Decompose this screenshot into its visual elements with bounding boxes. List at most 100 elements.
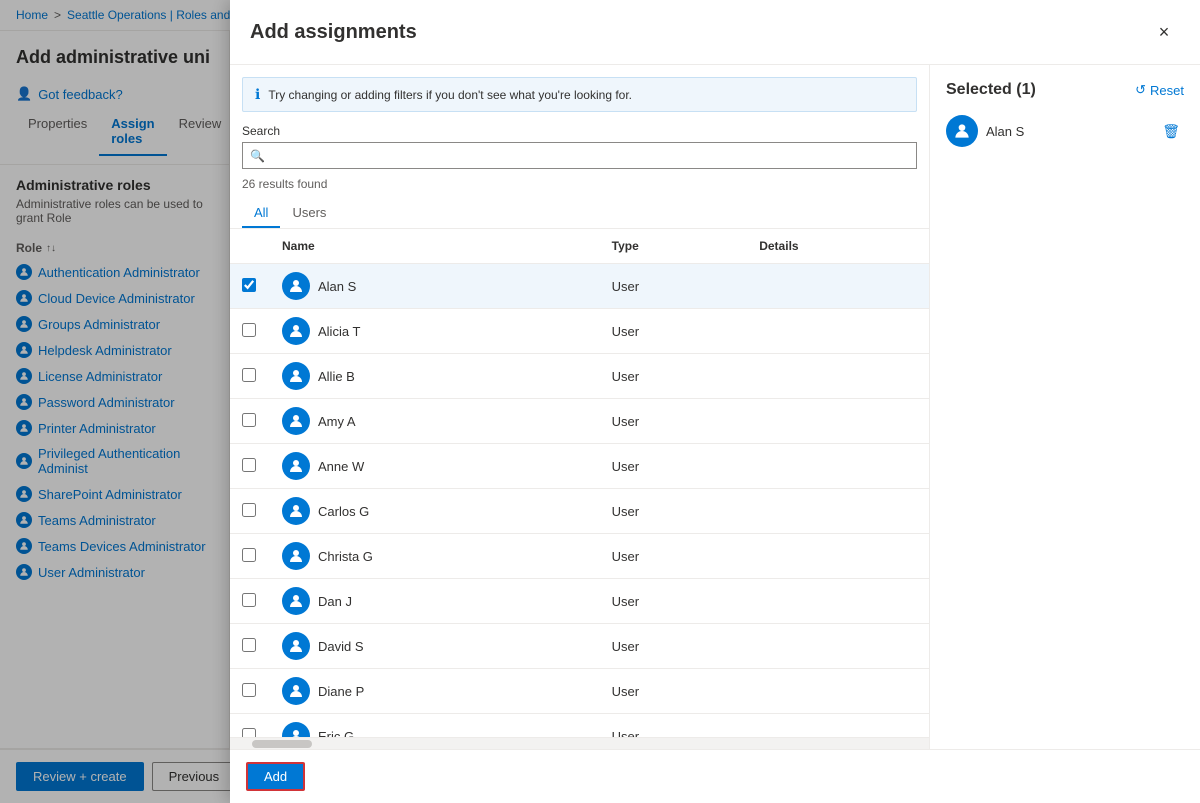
user-avatar bbox=[282, 587, 310, 615]
row-checkbox-cell[interactable] bbox=[230, 579, 270, 624]
row-checkbox[interactable] bbox=[242, 728, 256, 738]
user-avatar bbox=[282, 272, 310, 300]
selected-header: Selected (1) ↺ Reset bbox=[946, 81, 1184, 99]
row-name: Allie B bbox=[270, 354, 600, 399]
modal-close-button[interactable]: × bbox=[1148, 31, 1180, 48]
table-row[interactable]: Alan S User bbox=[230, 264, 929, 309]
row-details bbox=[747, 624, 929, 669]
selected-user-name: Alan S bbox=[986, 124, 1024, 139]
selected-users-list: Alan S 🗑 bbox=[946, 107, 1184, 155]
info-bar: ℹ Try changing or adding filters if you … bbox=[242, 77, 917, 112]
row-name: Diane P bbox=[270, 669, 600, 714]
row-name: Christa G bbox=[270, 534, 600, 579]
row-details bbox=[747, 309, 929, 354]
table-row[interactable]: Dan J User bbox=[230, 579, 929, 624]
main-area: Add administrative uni 👤 Got feedback? P… bbox=[0, 31, 1200, 748]
table-row[interactable]: Allie B User bbox=[230, 354, 929, 399]
table-header-row: Name Type Details bbox=[230, 229, 929, 264]
search-icon: 🔍 bbox=[250, 149, 265, 163]
row-type: User bbox=[600, 489, 748, 534]
row-name: Dan J bbox=[270, 579, 600, 624]
row-type: User bbox=[600, 444, 748, 489]
row-checkbox[interactable] bbox=[242, 413, 256, 427]
user-name: Alicia T bbox=[318, 324, 360, 339]
table-row[interactable]: Eric G User bbox=[230, 714, 929, 738]
row-type: User bbox=[600, 534, 748, 579]
table-row[interactable]: Alicia T User bbox=[230, 309, 929, 354]
filter-tab-users[interactable]: Users bbox=[280, 199, 338, 228]
row-details bbox=[747, 489, 929, 534]
table-row[interactable]: Amy A User bbox=[230, 399, 929, 444]
table-row[interactable]: Diane P User bbox=[230, 669, 929, 714]
modal-header: Add assignments × bbox=[230, 31, 1200, 65]
row-details bbox=[747, 444, 929, 489]
row-checkbox-cell[interactable] bbox=[230, 714, 270, 738]
reset-button[interactable]: ↺ Reset bbox=[1135, 82, 1184, 98]
row-checkbox-cell[interactable] bbox=[230, 354, 270, 399]
user-name: Diane P bbox=[318, 684, 364, 699]
user-name: Allie B bbox=[318, 369, 355, 384]
row-checkbox[interactable] bbox=[242, 503, 256, 517]
row-checkbox[interactable] bbox=[242, 368, 256, 382]
table-row[interactable]: Anne W User bbox=[230, 444, 929, 489]
col-type: Type bbox=[600, 229, 748, 264]
row-checkbox-cell[interactable] bbox=[230, 489, 270, 534]
row-checkbox-cell[interactable] bbox=[230, 309, 270, 354]
user-name: David S bbox=[318, 639, 364, 654]
results-table: Name Type Details Alan S User bbox=[230, 229, 929, 737]
table-area[interactable]: Name Type Details Alan S User bbox=[230, 229, 929, 737]
row-checkbox-cell[interactable] bbox=[230, 264, 270, 309]
col-details: Details bbox=[747, 229, 929, 264]
modal-body: ℹ Try changing or adding filters if you … bbox=[230, 65, 1200, 748]
row-type: User bbox=[600, 399, 748, 444]
row-checkbox-cell[interactable] bbox=[230, 399, 270, 444]
row-details bbox=[747, 669, 929, 714]
user-avatar bbox=[282, 407, 310, 435]
row-type: User bbox=[600, 624, 748, 669]
user-name: Dan J bbox=[318, 594, 352, 609]
table-row[interactable]: Carlos G User bbox=[230, 489, 929, 534]
row-checkbox-cell[interactable] bbox=[230, 444, 270, 489]
row-name: Alicia T bbox=[270, 309, 600, 354]
delete-user-icon[interactable]: 🗑 bbox=[1158, 119, 1184, 144]
modal-overlay: Add assignments × ℹ Try changing or addi… bbox=[0, 31, 1200, 748]
results-count: 26 results found bbox=[230, 177, 929, 199]
row-checkbox[interactable] bbox=[242, 548, 256, 562]
search-input[interactable] bbox=[242, 142, 917, 169]
info-message: Try changing or adding filters if you do… bbox=[268, 88, 632, 102]
row-checkbox[interactable] bbox=[242, 638, 256, 652]
row-name: Alan S bbox=[270, 264, 600, 309]
row-checkbox[interactable] bbox=[242, 683, 256, 697]
row-checkbox-cell[interactable] bbox=[230, 534, 270, 579]
horizontal-scrollbar[interactable] bbox=[230, 737, 929, 748]
row-type: User bbox=[600, 714, 748, 738]
user-name: Christa G bbox=[318, 549, 373, 564]
reset-icon: ↺ bbox=[1135, 82, 1146, 98]
row-checkbox[interactable] bbox=[242, 593, 256, 607]
filter-tab-all[interactable]: All bbox=[242, 199, 280, 228]
selected-user-avatar bbox=[946, 115, 978, 147]
row-type: User bbox=[600, 354, 748, 399]
user-avatar bbox=[282, 632, 310, 660]
row-type: User bbox=[600, 669, 748, 714]
table-row[interactable]: Christa G User bbox=[230, 534, 929, 579]
user-name: Alan S bbox=[318, 279, 356, 294]
selected-count: (1) bbox=[1016, 81, 1036, 98]
row-checkbox[interactable] bbox=[242, 458, 256, 472]
row-details bbox=[747, 534, 929, 579]
search-area: Search 🔍 bbox=[230, 124, 929, 177]
row-checkbox-cell[interactable] bbox=[230, 624, 270, 669]
row-checkbox[interactable] bbox=[242, 278, 256, 292]
user-name: Amy A bbox=[318, 414, 356, 429]
row-details bbox=[747, 399, 929, 444]
user-avatar bbox=[282, 452, 310, 480]
user-avatar bbox=[282, 362, 310, 390]
row-checkbox-cell[interactable] bbox=[230, 669, 270, 714]
row-details bbox=[747, 579, 929, 624]
table-row[interactable]: David S User bbox=[230, 624, 929, 669]
row-checkbox[interactable] bbox=[242, 323, 256, 337]
page-wrapper: Home > Seattle Operations | Roles and > … bbox=[0, 0, 1200, 803]
row-type: User bbox=[600, 579, 748, 624]
selected-label: Selected bbox=[946, 81, 1012, 98]
user-avatar bbox=[282, 677, 310, 705]
